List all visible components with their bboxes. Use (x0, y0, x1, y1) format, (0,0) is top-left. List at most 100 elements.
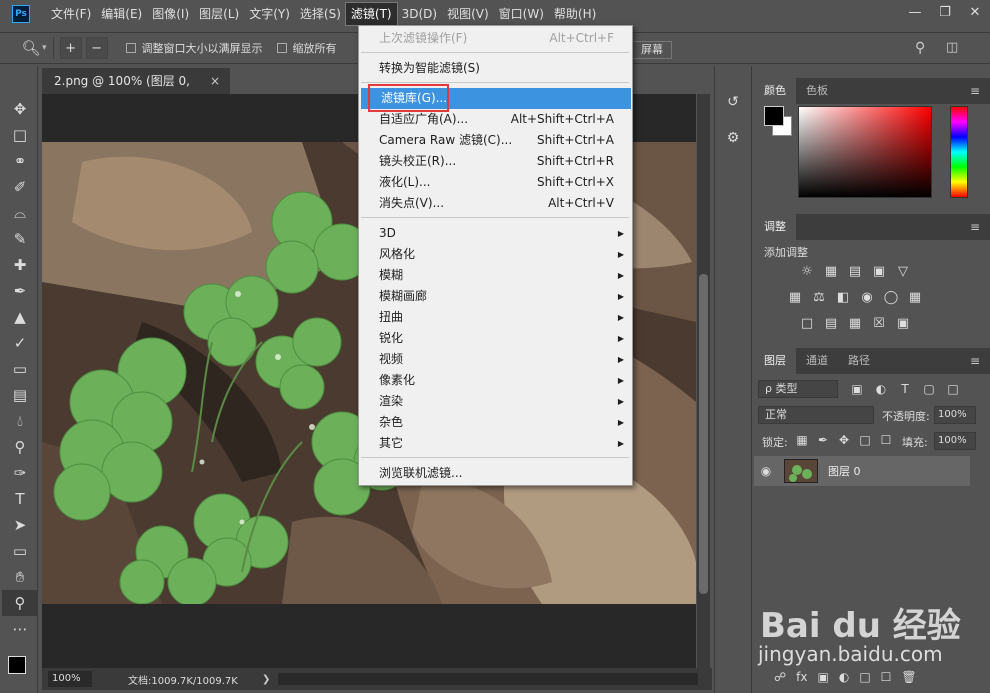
zoom-in-button[interactable]: + (59, 37, 82, 59)
link-layers-icon[interactable]: ☍ (774, 670, 786, 684)
gradient-tool-icon[interactable]: ▤ (2, 382, 38, 408)
zoom-all-checkbox[interactable] (276, 43, 287, 53)
hand-tool-icon[interactable]: ✋︎ (2, 564, 38, 590)
menu-item-distort[interactable]: 扭曲 ▶ (359, 307, 632, 328)
menu-item-3d[interactable]: 3D ▶ (359, 223, 632, 244)
marquee-tool-icon[interactable]: □ (2, 122, 38, 148)
pixel-layer-filter-icon[interactable]: ▣ (848, 380, 866, 398)
close-button[interactable]: ✕ (960, 0, 990, 24)
menu-select[interactable]: 选择(S) (295, 3, 346, 25)
menu-item-blur[interactable]: 模糊 ▶ (359, 265, 632, 286)
smart-object-filter-icon[interactable]: □ (944, 380, 962, 398)
crop-tool-icon[interactable]: ⌓ (2, 200, 38, 226)
zoom-level-field[interactable]: 100% (48, 671, 92, 687)
minimize-button[interactable]: — (900, 0, 930, 24)
menu-file[interactable]: 文件(F) (46, 3, 96, 25)
layer-row[interactable]: ◉ 图层 0 (754, 456, 970, 486)
menu-item-adaptive-wide-angle[interactable]: 自适应广角(A)... Alt+Shift+Ctrl+A (359, 109, 632, 130)
brightness-icon[interactable]: ☼ (798, 262, 816, 280)
hue-saturation-icon[interactable]: ▦ (786, 288, 804, 306)
foreground-color[interactable] (8, 656, 26, 674)
vertical-scrollbar[interactable] (697, 94, 710, 668)
posterize-icon[interactable]: ▤ (822, 314, 840, 332)
blend-mode-select[interactable]: 正常 (758, 406, 874, 424)
lock-artboard-icon[interactable]: □ (857, 432, 873, 448)
menu-item-browse-online-filters[interactable]: 浏览联机滤镜... (359, 463, 632, 484)
workspace-icon[interactable]: ◫ (946, 40, 958, 55)
color-balance-icon[interactable]: ⚖ (810, 288, 828, 306)
restore-button[interactable]: ❐ (930, 0, 960, 24)
menu-type[interactable]: 文字(Y) (244, 3, 295, 25)
pen-tool-icon[interactable]: ✑ (2, 460, 38, 486)
color-lookup-icon[interactable]: ▦ (906, 288, 924, 306)
move-tool-icon[interactable]: ✥ (2, 96, 38, 122)
lock-transparency-icon[interactable]: ▦ (794, 432, 810, 448)
properties-panel-icon[interactable]: ⚙ (715, 120, 751, 156)
menu-item-render[interactable]: 渲染 ▶ (359, 391, 632, 412)
fill-input[interactable]: 100% (934, 432, 976, 450)
tab-paths[interactable]: 路径 (838, 348, 880, 374)
menu-item-camera-raw[interactable]: Camera Raw 滤镜(C)... Shift+Ctrl+A (359, 130, 632, 151)
delete-layer-icon[interactable]: 🗑︎ (901, 670, 916, 684)
menu-item-noise[interactable]: 杂色 ▶ (359, 412, 632, 433)
healing-tool-icon[interactable]: ✚ (2, 252, 38, 278)
tab-color[interactable]: 颜色 (754, 78, 796, 104)
menu-edit[interactable]: 编辑(E) (96, 3, 147, 25)
menu-item-pixelate[interactable]: 像素化 ▶ (359, 370, 632, 391)
menu-item-lens-correction[interactable]: 镜头校正(R)... Shift+Ctrl+R (359, 151, 632, 172)
foreground-swatch[interactable] (764, 106, 784, 126)
type-layer-filter-icon[interactable]: T (896, 380, 914, 398)
type-tool-icon[interactable]: T (2, 486, 38, 512)
channel-mixer-icon[interactable]: ◯ (882, 288, 900, 306)
visibility-eye-icon[interactable]: ◉ (754, 464, 778, 478)
panel-menu-icon[interactable]: ≡ (970, 78, 980, 104)
new-layer-icon[interactable]: ☐ (881, 670, 892, 684)
path-select-tool-icon[interactable]: ➤ (2, 512, 38, 538)
menu-item-stylize[interactable]: 风格化 ▶ (359, 244, 632, 265)
dodge-tool-icon[interactable]: ⚲ (2, 434, 38, 460)
menu-image[interactable]: 图像(I) (147, 3, 194, 25)
new-group-icon[interactable]: □ (859, 670, 870, 684)
panel-menu-icon[interactable]: ≡ (970, 214, 980, 240)
layer-style-icon[interactable]: fx (796, 670, 807, 684)
selective-color-icon[interactable]: ☒ (870, 314, 888, 332)
chevron-down-icon[interactable]: ▾ (42, 43, 47, 53)
adjustment-layer-filter-icon[interactable]: ◐ (872, 380, 890, 398)
tab-channels[interactable]: 通道 (796, 348, 838, 374)
history-brush-tool-icon[interactable]: ✓ (2, 330, 38, 356)
horizontal-scrollbar[interactable] (278, 673, 698, 685)
zoom-tool-icon[interactable]: ⚲ (2, 590, 38, 616)
threshold-icon[interactable]: ▦ (846, 314, 864, 332)
status-expand-icon[interactable]: ❯ (262, 674, 270, 685)
menu-3d[interactable]: 3D(D) (397, 3, 442, 25)
close-tab-icon[interactable]: × (210, 68, 220, 94)
shape-tool-icon[interactable]: ▭ (2, 538, 38, 564)
quick-select-tool-icon[interactable]: ✐ (2, 174, 38, 200)
black-white-icon[interactable]: ◧ (834, 288, 852, 306)
vibrance-icon[interactable]: ▽ (894, 262, 912, 280)
lasso-tool-icon[interactable]: ⚭ (2, 148, 38, 174)
lock-all-icon[interactable]: ☐ (878, 432, 894, 448)
menu-item-sharpen[interactable]: 锐化 ▶ (359, 328, 632, 349)
invert-icon[interactable]: □ (798, 314, 816, 332)
fill-screen-button[interactable]: 屏幕 (632, 41, 672, 59)
color-swatches[interactable] (2, 642, 37, 682)
menu-item-other[interactable]: 其它 ▶ (359, 433, 632, 454)
zoom-tool-preset-icon[interactable]: 🔍︎ (20, 37, 42, 59)
history-panel-icon[interactable]: ↺ (715, 84, 751, 120)
eyedropper-tool-icon[interactable]: ✎ (2, 226, 38, 252)
blur-tool-icon[interactable]: 💧︎ (2, 408, 38, 434)
menu-item-video[interactable]: 视频 ▶ (359, 349, 632, 370)
saturation-value-picker[interactable] (798, 106, 932, 198)
document-tab[interactable]: 2.png @ 100% (图层 0, RGB/8) × (42, 68, 230, 114)
menu-item-vanishing-point[interactable]: 消失点(V)... Alt+Ctrl+V (359, 193, 632, 214)
new-adjustment-icon[interactable]: ◐ (839, 670, 849, 684)
resize-windows-checkbox[interactable] (125, 43, 136, 53)
exposure-icon[interactable]: ▣ (870, 262, 888, 280)
search-icon[interactable]: ⚲ (915, 40, 925, 56)
stamp-tool-icon[interactable]: ▲ (2, 304, 38, 330)
menu-view[interactable]: 视图(V) (442, 3, 494, 25)
tab-layers[interactable]: 图层 (754, 348, 796, 374)
curves-icon[interactable]: ▤ (846, 262, 864, 280)
layer-mask-icon[interactable]: ▣ (817, 670, 828, 684)
